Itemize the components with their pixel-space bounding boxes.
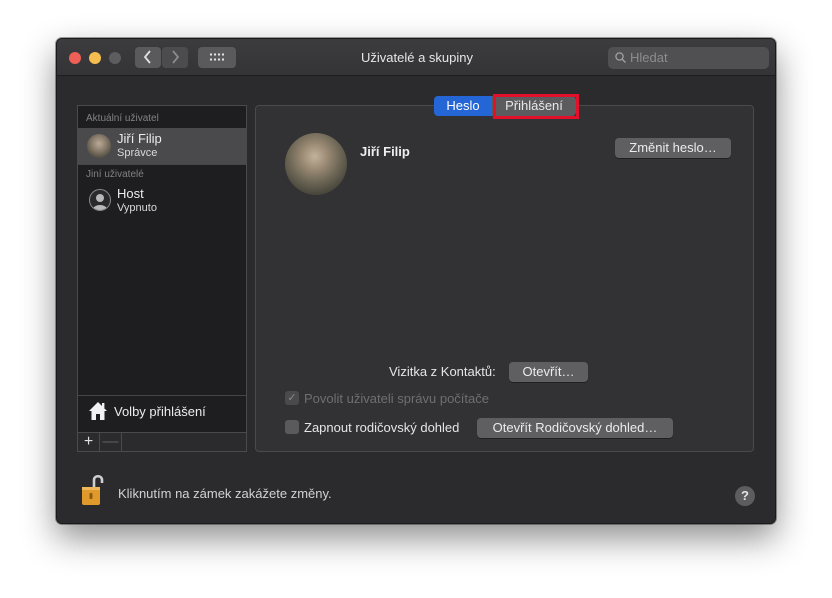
current-user-heading: Aktuální uživatel bbox=[86, 113, 159, 124]
allow-admin-label: Povolit uživateli správu počítače bbox=[304, 391, 489, 406]
parental-controls-label: Zapnout rodičovský dohled bbox=[304, 420, 460, 435]
user-name: Host bbox=[117, 186, 144, 201]
change-password-button[interactable]: Změnit heslo… bbox=[615, 138, 731, 158]
sidebar-item-guest-user[interactable]: Host Vypnuto bbox=[78, 183, 246, 219]
add-user-button[interactable]: + bbox=[78, 433, 100, 451]
back-button[interactable] bbox=[135, 47, 161, 68]
title-bar: Uživatelé a skupiny Hledat bbox=[57, 39, 775, 76]
users-sidebar: Aktuální uživatel Jiří Filip Správce Jin… bbox=[77, 105, 247, 452]
tab-highlight-box bbox=[493, 94, 579, 119]
user-status: Vypnuto bbox=[117, 202, 157, 214]
remove-user-button[interactable]: — bbox=[100, 433, 122, 451]
allow-admin-checkbox[interactable]: ✓ bbox=[285, 391, 299, 405]
user-name: Jiří Filip bbox=[117, 131, 162, 146]
tab-password[interactable]: Heslo bbox=[434, 96, 492, 116]
open-contacts-card-button[interactable]: Otevřít… bbox=[509, 362, 588, 382]
home-icon bbox=[89, 402, 107, 420]
close-button[interactable] bbox=[69, 52, 81, 64]
search-input[interactable]: Hledat bbox=[608, 47, 769, 69]
user-role: Správce bbox=[117, 147, 158, 159]
forward-button[interactable] bbox=[162, 47, 188, 68]
lock-open-icon[interactable] bbox=[81, 472, 105, 506]
sidebar-item-current-user[interactable]: Jiří Filip Správce bbox=[78, 128, 246, 164]
sidebar-footer: + — bbox=[78, 432, 246, 451]
search-icon bbox=[615, 52, 626, 63]
login-options-label: Volby přihlášení bbox=[114, 404, 206, 419]
search-placeholder: Hledat bbox=[630, 50, 668, 65]
window-title: Uživatelé a skupiny bbox=[361, 50, 473, 65]
generic-user-icon bbox=[89, 189, 111, 211]
chevron-left-icon bbox=[143, 50, 151, 64]
avatar bbox=[87, 134, 111, 158]
preferences-window: Uživatelé a skupiny Hledat Aktuální uživ… bbox=[56, 38, 776, 524]
lock-status-text: Kliknutím na zámek zakážete změny. bbox=[118, 486, 332, 501]
other-users-heading: Jiní uživatelé bbox=[86, 169, 144, 180]
parental-controls-checkbox[interactable] bbox=[285, 420, 299, 434]
contacts-card-label: Vizitka z Kontaktů: bbox=[389, 364, 496, 379]
minimize-button[interactable] bbox=[89, 52, 101, 64]
chevron-right-icon bbox=[172, 50, 180, 64]
help-button[interactable]: ? bbox=[735, 486, 755, 506]
login-options-item[interactable]: Volby přihlášení bbox=[78, 396, 246, 430]
show-all-grid-icon bbox=[209, 52, 225, 62]
user-detail-panel: Jiří Filip Změnit heslo… Vizitka z Konta… bbox=[255, 105, 754, 452]
zoom-button[interactable] bbox=[109, 52, 121, 64]
user-avatar[interactable] bbox=[285, 133, 347, 195]
show-all-button[interactable] bbox=[198, 47, 236, 68]
open-parental-controls-button[interactable]: Otevřít Rodičovský dohled… bbox=[477, 418, 673, 438]
user-full-name: Jiří Filip bbox=[360, 144, 410, 159]
divider bbox=[78, 164, 246, 165]
